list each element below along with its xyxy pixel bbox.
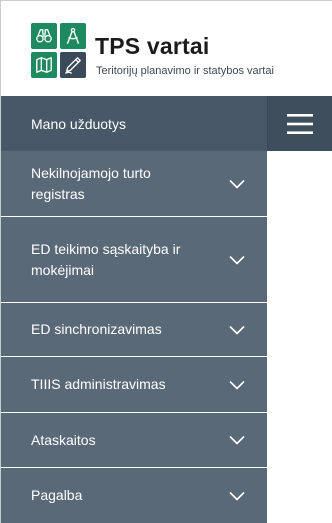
my-tasks-link[interactable]: Mano užduotys — [1, 96, 268, 151]
menu-item-billing-payments[interactable]: ED teikimo sąskaityba ir mokėjimai — [1, 217, 267, 303]
menu-item-label: Pagalba — [31, 487, 83, 503]
menu-toggle-button[interactable] — [268, 96, 332, 151]
compass-icon — [60, 23, 86, 49]
sidebar-menu: Nekilnojamojo turto registras ED teikimo… — [1, 151, 267, 523]
hamburger-icon — [287, 113, 313, 134]
menu-item-label: Ataskaitos — [31, 431, 96, 448]
pen-icon — [60, 52, 86, 78]
menu-item-label: TIIIS administravimas — [31, 376, 166, 392]
menu-item-label: Nekilnojamojo turto registras — [31, 164, 151, 202]
chevron-down-icon — [229, 325, 245, 335]
top-navigation-bar: Mano užduotys — [1, 96, 332, 151]
map-icon — [31, 52, 57, 78]
menu-item-tiiis-admin[interactable]: TIIIS administravimas — [1, 357, 267, 413]
chevron-down-icon — [229, 179, 245, 189]
menu-item-real-estate-registry[interactable]: Nekilnojamojo turto registras — [1, 151, 267, 217]
menu-item-help[interactable]: Pagalba — [1, 468, 267, 523]
main-content-area — [267, 151, 332, 523]
chevron-down-icon — [229, 380, 245, 390]
site-header: TPS vartai Teritorijų planavimo ir staty… — [1, 1, 332, 96]
site-title[interactable]: TPS vartai — [95, 33, 210, 60]
chevron-down-icon — [229, 255, 245, 265]
chevron-down-icon — [229, 491, 245, 501]
menu-item-label: ED teikimo sąskaityba ir mokėjimai — [31, 240, 181, 278]
site-subtitle: Teritorijų planavimo ir statybos vartai — [96, 65, 274, 77]
menu-item-ed-sync[interactable]: ED sinchronizavimas — [1, 303, 267, 357]
menu-item-label: ED sinchronizavimas — [31, 321, 162, 337]
chevron-down-icon — [229, 435, 245, 445]
menu-item-reports[interactable]: Ataskaitos — [1, 413, 267, 468]
site-logo[interactable] — [31, 23, 87, 79]
binoculars-icon — [31, 23, 57, 49]
